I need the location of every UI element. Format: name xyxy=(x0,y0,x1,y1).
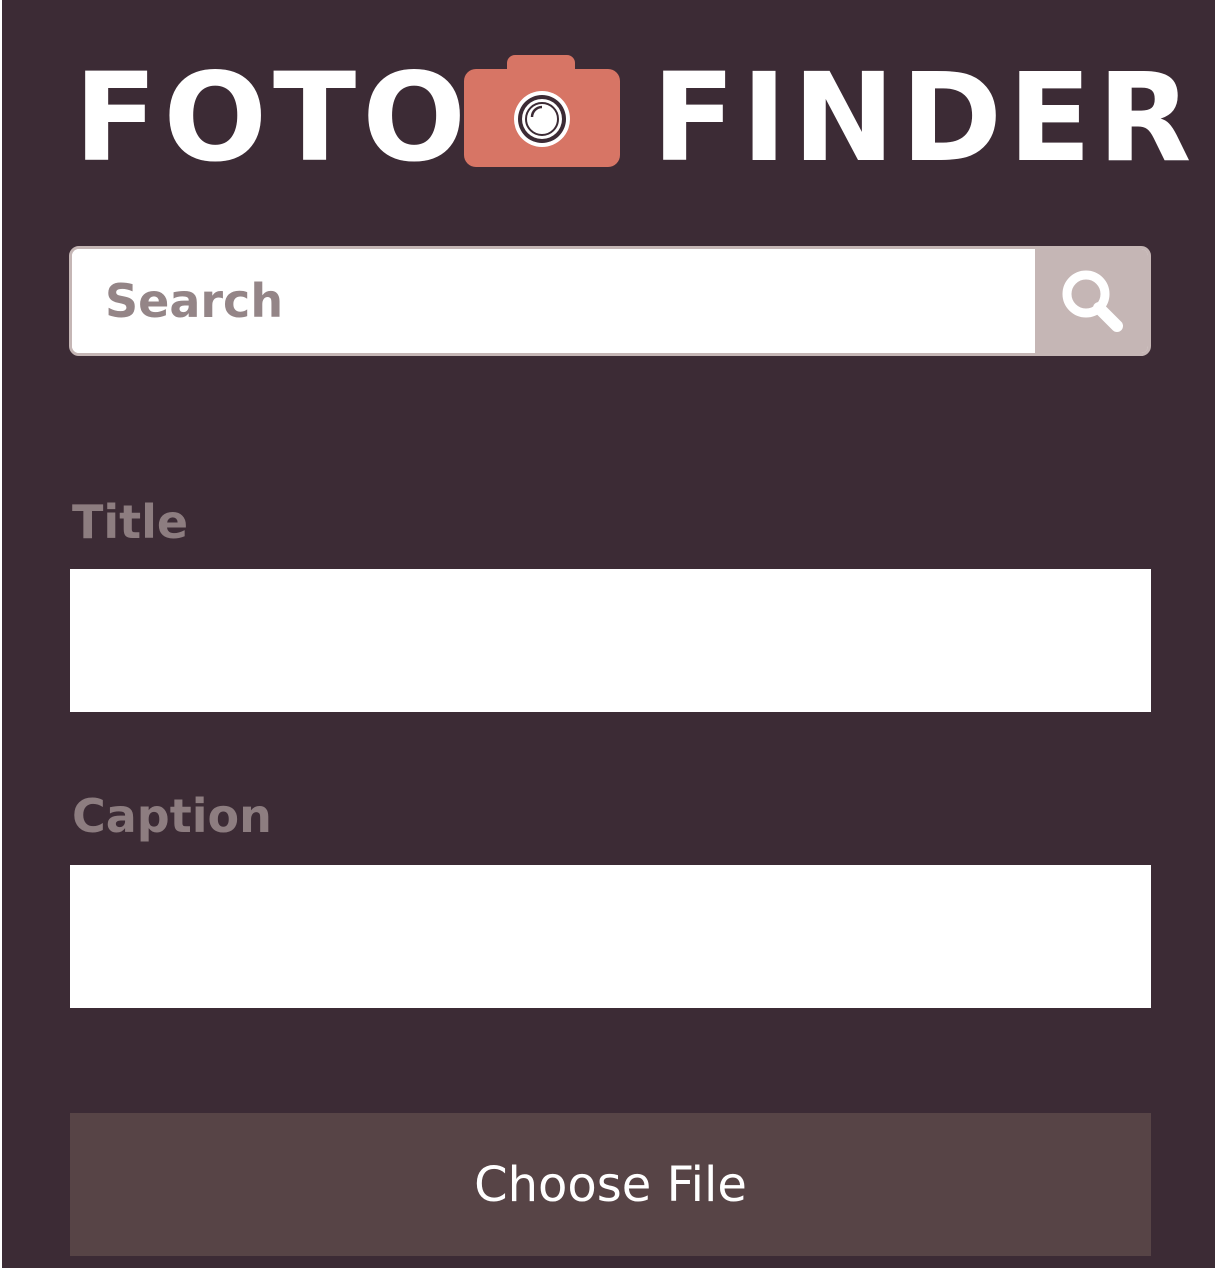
caption-input[interactable] xyxy=(70,865,1151,1008)
search-icon xyxy=(1062,270,1123,332)
caption-label: Caption xyxy=(72,789,272,843)
logo: FOTO FINDER xyxy=(72,47,1191,189)
title-label: Title xyxy=(72,495,189,549)
logo-text-foto: FOTO xyxy=(74,47,472,189)
choose-file-label: Choose File xyxy=(474,1156,747,1213)
title-input[interactable] xyxy=(70,569,1151,712)
search-input[interactable] xyxy=(72,249,1034,353)
search-bar xyxy=(69,246,1151,356)
camera-icon xyxy=(464,55,620,167)
logo-text-finder: FINDER xyxy=(652,47,1198,189)
app-panel: FOTO FINDER Title Caption Choose File xyxy=(2,0,1215,1268)
choose-file-button[interactable]: Choose File xyxy=(70,1113,1151,1256)
search-button[interactable] xyxy=(1035,249,1148,353)
